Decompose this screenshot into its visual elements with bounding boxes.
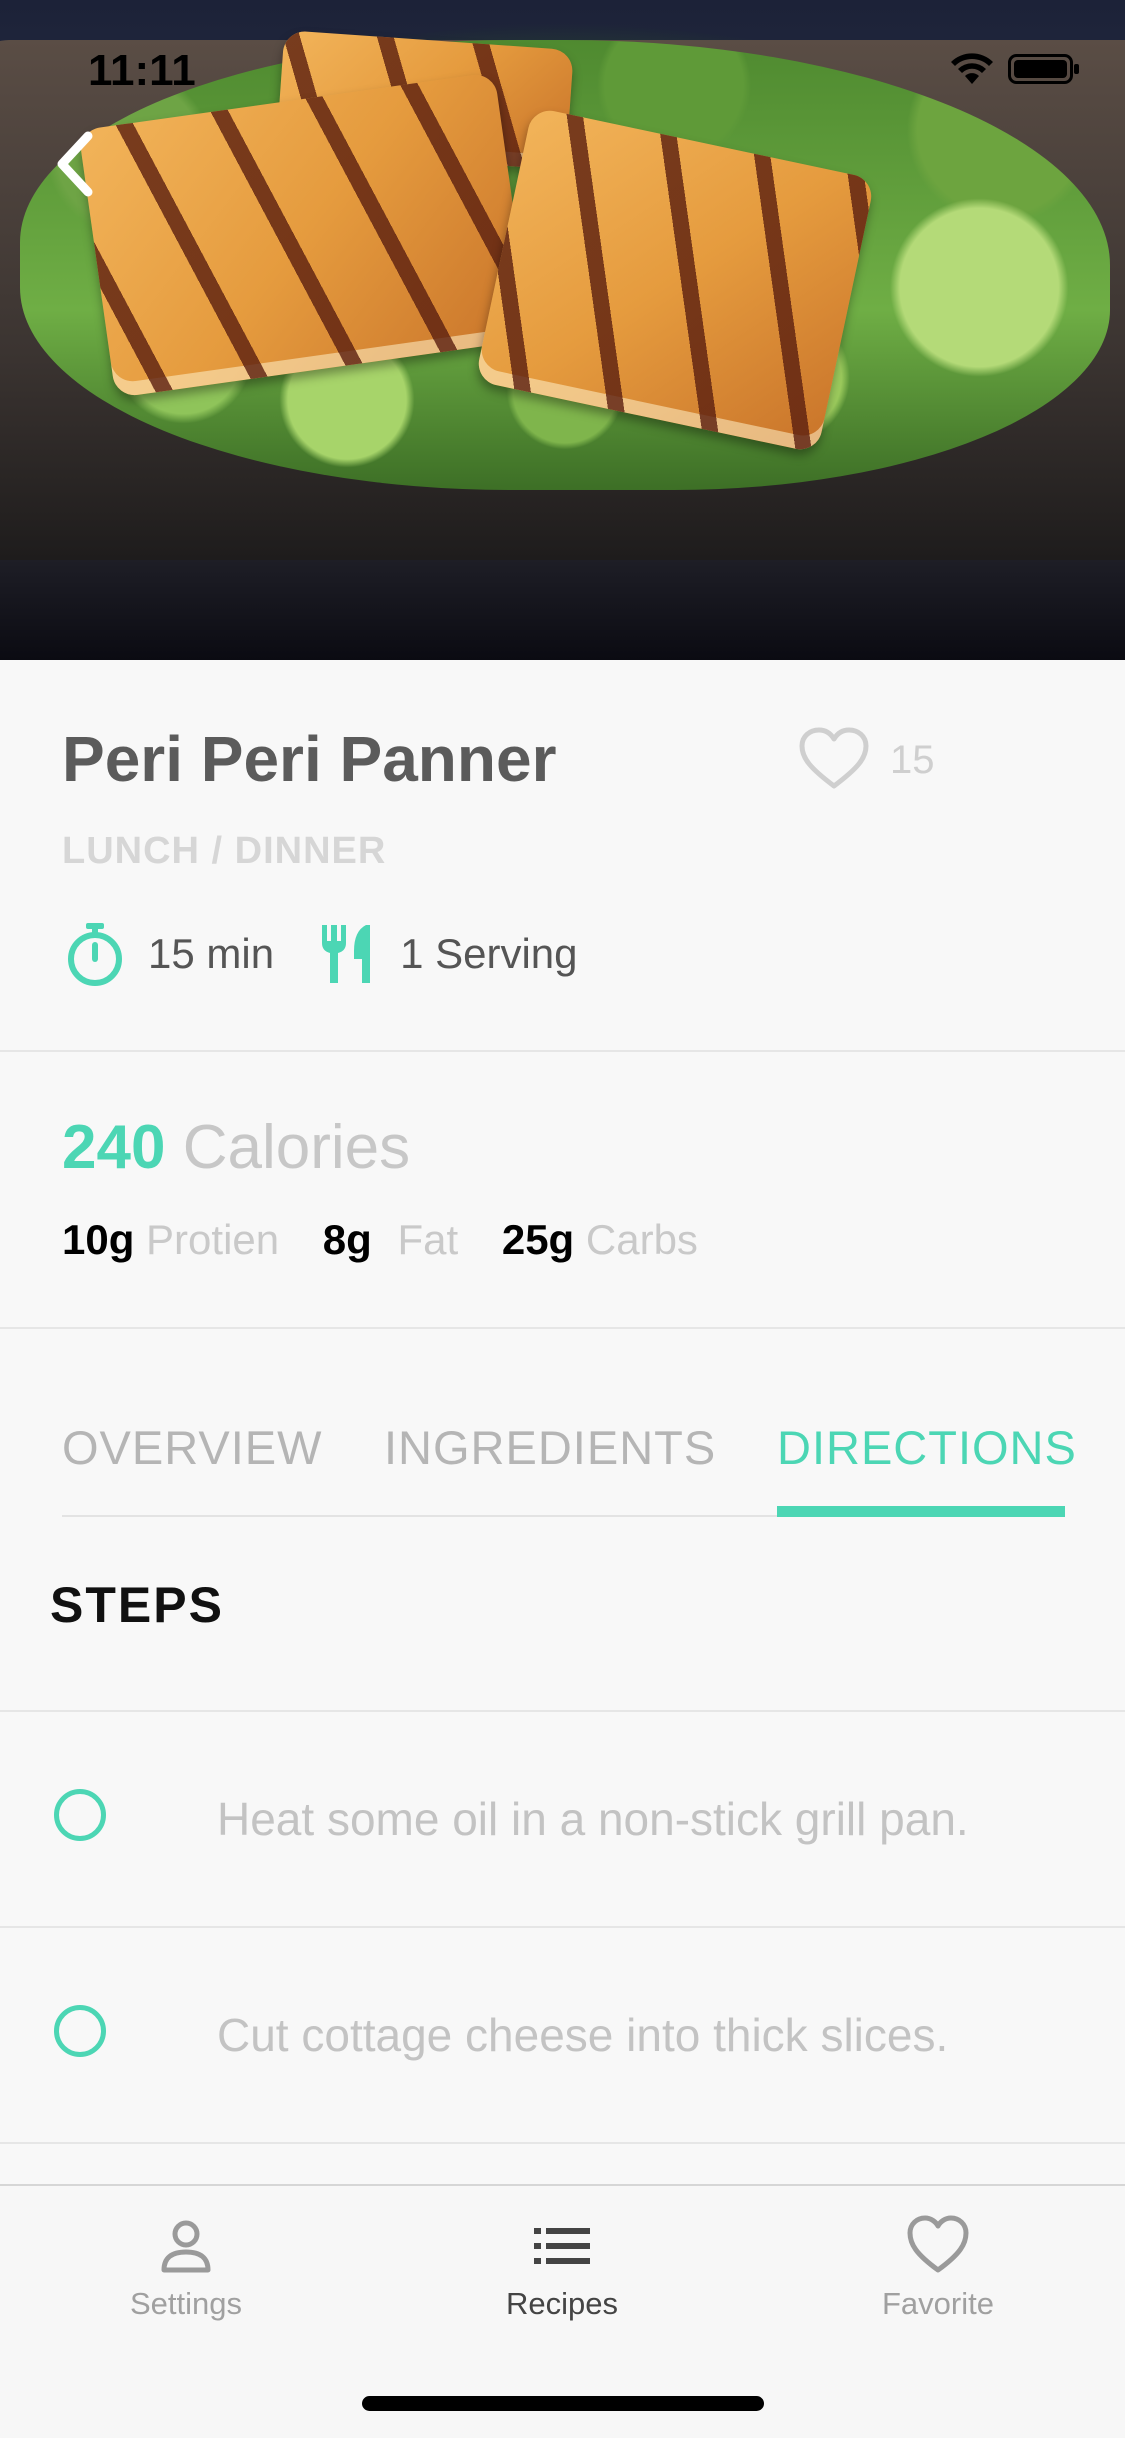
- steps-heading: STEPS: [50, 1577, 224, 1633]
- carbs-value: 25g: [501, 1216, 575, 1263]
- status-bar: 11:11: [0, 0, 1125, 130]
- cook-time: 15 min: [148, 930, 275, 977]
- calories-label: Calories: [182, 1113, 411, 1182]
- person-icon: [161, 2220, 211, 2273]
- tab-overview[interactable]: OVERVIEW: [62, 1420, 322, 1475]
- step-checkbox[interactable]: [54, 1789, 106, 1841]
- recipe-meta: 15 min 1 Serving: [62, 916, 618, 992]
- like-heart-icon[interactable]: [798, 726, 870, 792]
- step-item[interactable]: Heat some oil in a non-stick grill pan.: [0, 1712, 1125, 1926]
- recipe-category: LUNCH / DINNER: [62, 830, 387, 872]
- servings: 1 Serving: [400, 930, 578, 977]
- back-chevron-icon[interactable]: [48, 128, 104, 200]
- wifi-icon: [951, 53, 993, 84]
- tabbar-settings[interactable]: Settings: [66, 2214, 306, 2322]
- stopwatch-icon: [68, 923, 122, 986]
- step-text: Heat some oil in a non-stick grill pan.: [217, 1793, 969, 1845]
- like-count: 15: [890, 738, 935, 782]
- recipe-tabs: OVERVIEW INGREDIENTS DIRECTIONS: [62, 1420, 1076, 1520]
- divider: [0, 1327, 1125, 1329]
- step-text: Cut cottage cheese into thick slices.: [217, 2009, 949, 2061]
- tabbar-recipes[interactable]: Recipes: [442, 2214, 682, 2322]
- tabbar-label: Favorite: [882, 2286, 994, 2321]
- calories: 240 Calories: [62, 1112, 410, 1183]
- fat-value: 8g: [322, 1216, 372, 1263]
- fat-label: Fat: [397, 1216, 459, 1263]
- battery-icon: [1008, 54, 1079, 84]
- protein-value: 10g: [62, 1216, 135, 1263]
- divider: [0, 1050, 1125, 1052]
- fork-knife-icon: [322, 925, 371, 983]
- tabbar-label: Settings: [129, 2286, 242, 2321]
- step-checkbox[interactable]: [54, 2005, 106, 2057]
- calories-value: 240: [62, 1113, 166, 1182]
- tabbar-label: Recipes: [506, 2286, 618, 2321]
- macros: 10g Protien 8g Fat 25g Carbs: [62, 1216, 730, 1264]
- protein-label: Protien: [146, 1216, 280, 1263]
- status-time: 11:11: [88, 46, 196, 95]
- step-item[interactable]: Cut cottage cheese into thick slices.: [0, 1928, 1125, 2142]
- tab-directions[interactable]: DIRECTIONS: [777, 1420, 1077, 1475]
- carbs-label: Carbs: [585, 1216, 698, 1263]
- active-tab-indicator: [777, 1506, 1065, 1517]
- recipe-title: Peri Peri Panner: [62, 723, 557, 795]
- heart-icon: [907, 2215, 969, 2273]
- tab-ingredients[interactable]: INGREDIENTS: [384, 1420, 716, 1475]
- tabbar-favorite[interactable]: Favorite: [818, 2214, 1058, 2322]
- divider: [0, 2142, 1125, 2144]
- list-icon: [534, 2228, 590, 2264]
- home-indicator: [362, 2396, 764, 2411]
